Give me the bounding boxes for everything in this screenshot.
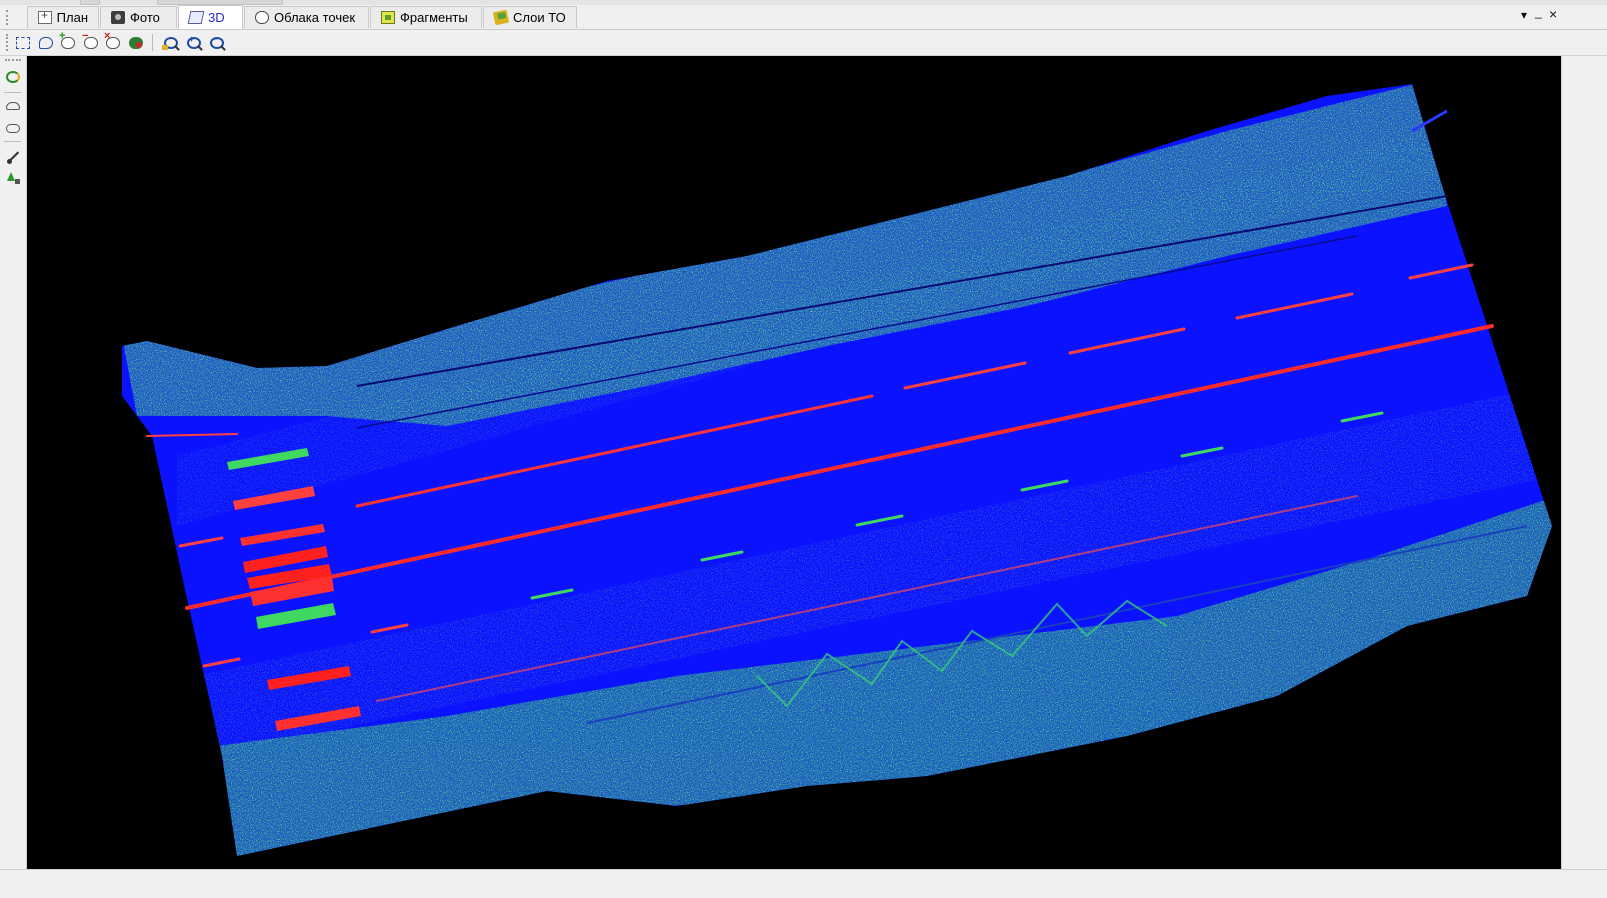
tab-label: План bbox=[56, 10, 88, 25]
zoom-fit-icon bbox=[162, 36, 178, 50]
zoom-in-button[interactable] bbox=[184, 33, 204, 52]
status-strip bbox=[0, 869, 1607, 898]
left-panel-grip[interactable] bbox=[5, 59, 21, 61]
tab-point-clouds[interactable]: Облака точек bbox=[244, 6, 369, 28]
add-to-cloud-button[interactable] bbox=[58, 30, 78, 52]
left-tool-panel bbox=[0, 56, 27, 869]
car-view-button[interactable] bbox=[4, 97, 22, 115]
remove-from-cloud-icon bbox=[82, 30, 98, 49]
color-cloud-icon bbox=[129, 36, 143, 49]
tab-fragments[interactable]: Фрагменты bbox=[370, 6, 482, 28]
zoom-out-icon bbox=[210, 34, 224, 49]
zoom-out-button[interactable] bbox=[207, 33, 227, 52]
left-separator bbox=[4, 141, 21, 142]
tree-object-icon bbox=[6, 172, 20, 184]
color-cloud-button[interactable] bbox=[126, 33, 146, 52]
car-view-icon bbox=[6, 102, 20, 110]
car-top-view-icon bbox=[6, 123, 20, 133]
rotate-view-button[interactable] bbox=[4, 68, 22, 86]
tab-photo[interactable]: Фото bbox=[100, 6, 177, 28]
view-tab-bar: План Фото 3D Облака точек Фрагменты Слои… bbox=[0, 5, 1607, 30]
rotate-view-icon bbox=[6, 71, 20, 83]
close-button[interactable]: × bbox=[1549, 6, 1557, 22]
point-cloud-render bbox=[122, 84, 1552, 856]
camera-icon bbox=[111, 11, 125, 24]
trajectory-button[interactable] bbox=[4, 147, 22, 165]
tree-object-button[interactable] bbox=[4, 169, 22, 187]
layers-icon bbox=[492, 9, 510, 26]
toolbar-separator bbox=[152, 34, 153, 51]
main-toolbar bbox=[0, 30, 1607, 56]
trajectory-icon bbox=[6, 150, 20, 164]
tab-label: 3D bbox=[208, 10, 225, 25]
tab-label: Облака точек bbox=[274, 10, 356, 25]
right-panel-edge bbox=[1561, 56, 1607, 869]
tab-label: Фото bbox=[130, 10, 160, 25]
tab-3d[interactable]: 3D bbox=[178, 5, 243, 29]
zoom-in-icon bbox=[187, 34, 201, 49]
car-top-view-button[interactable] bbox=[4, 119, 22, 137]
left-separator bbox=[4, 92, 21, 93]
cloud-icon bbox=[255, 11, 269, 24]
tab-to-layers[interactable]: Слои ТО bbox=[483, 6, 577, 28]
lasso-select-icon bbox=[39, 36, 53, 49]
lasso-select-button[interactable] bbox=[36, 33, 56, 52]
zoom-fit-button[interactable] bbox=[161, 33, 181, 52]
chevron-down-icon[interactable]: ▾ bbox=[1521, 8, 1527, 22]
rect-select-icon bbox=[16, 36, 30, 49]
tab-label: Слои ТО bbox=[513, 10, 566, 25]
minimize-button[interactable]: _ bbox=[1535, 5, 1542, 19]
toolbar-grip[interactable] bbox=[6, 34, 8, 51]
clear-cloud-icon bbox=[104, 30, 120, 49]
cube-3d-icon bbox=[187, 11, 205, 24]
rect-select-button[interactable] bbox=[13, 33, 33, 52]
point-cloud-3d-viewport[interactable] bbox=[27, 56, 1561, 869]
add-to-cloud-icon bbox=[59, 30, 75, 49]
tabbar-grip[interactable] bbox=[6, 10, 10, 25]
tab-plan[interactable]: План bbox=[27, 6, 99, 28]
remove-from-cloud-button[interactable] bbox=[81, 30, 101, 52]
fragments-icon bbox=[381, 11, 395, 24]
tab-label: Фрагменты bbox=[400, 10, 468, 25]
plan-icon bbox=[38, 8, 52, 24]
clear-cloud-button[interactable] bbox=[103, 30, 123, 52]
